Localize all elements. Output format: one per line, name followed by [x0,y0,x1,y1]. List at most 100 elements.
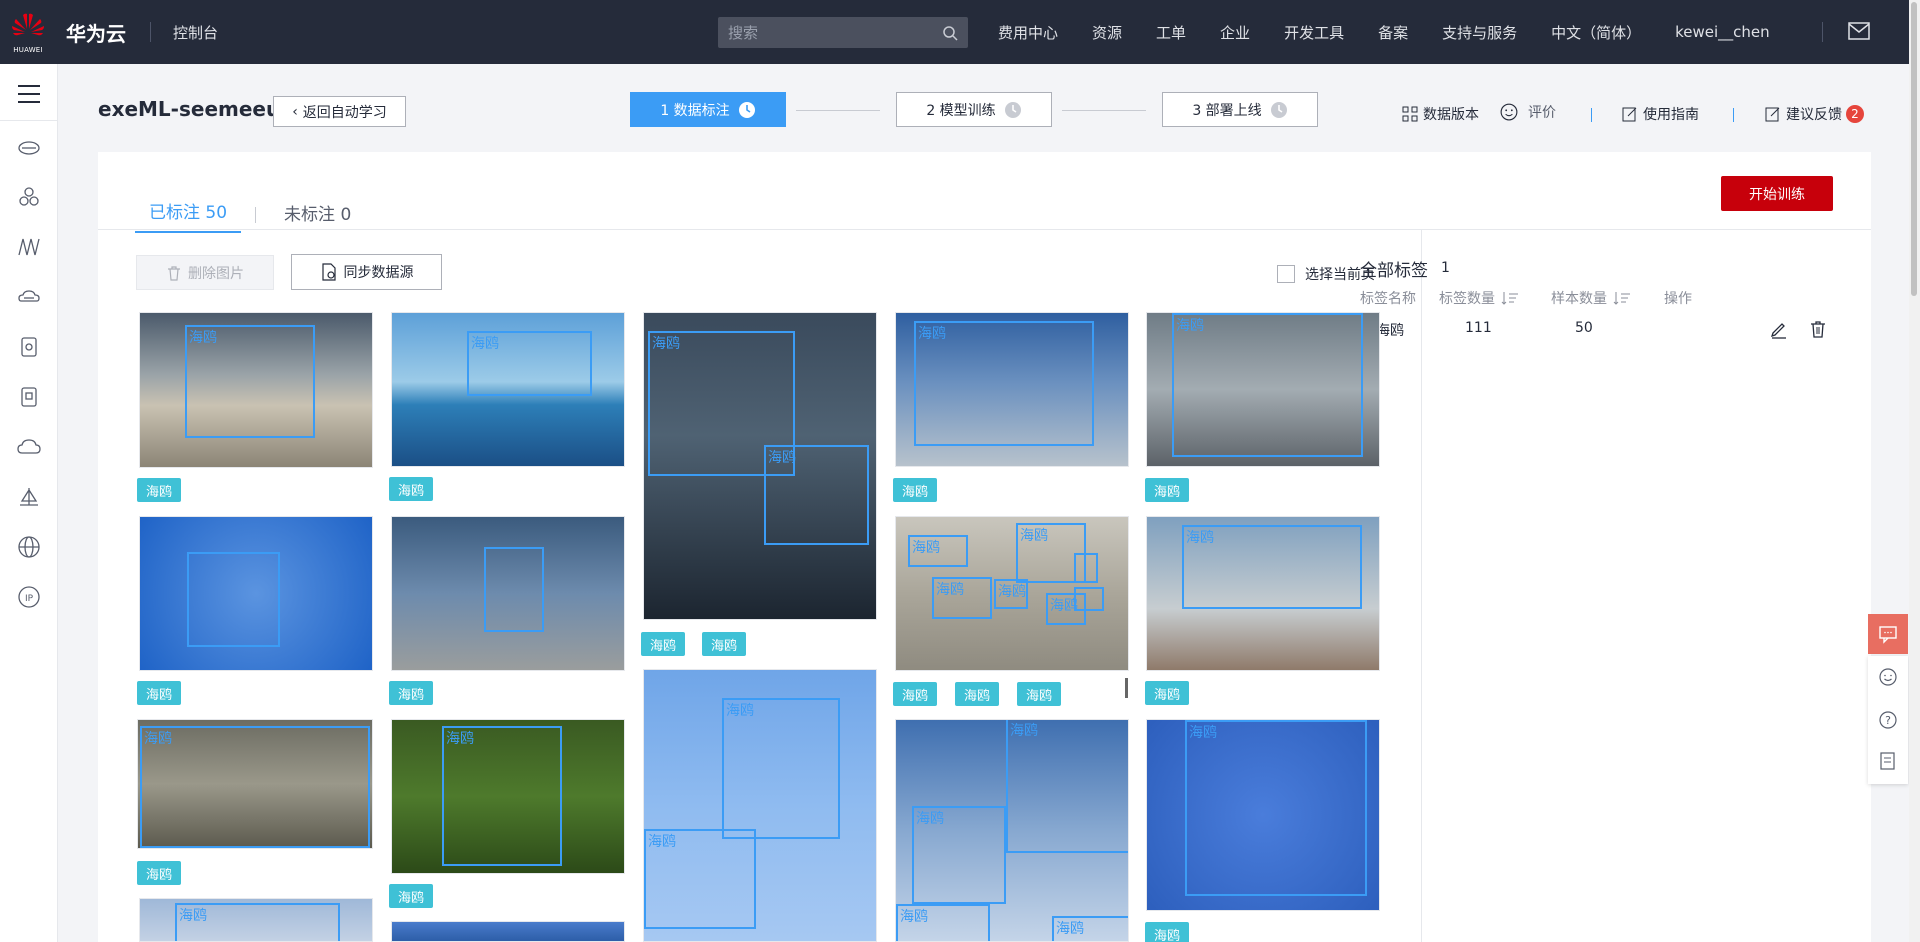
step-model-training[interactable]: 2 模型训练 [896,92,1052,127]
bounding-box: 海鸥 [908,535,968,567]
menu-icon[interactable] [17,84,41,104]
notes-icon[interactable] [1879,752,1897,770]
image-thumbnail[interactable]: 海鸥 [1146,516,1380,671]
tab-labeled[interactable]: 已标注 50 [135,198,242,233]
smile-icon[interactable] [1879,668,1897,686]
clock-icon [1270,101,1287,118]
nav-filing[interactable]: 备案 [1378,22,1408,43]
chat-button[interactable] [1868,614,1908,654]
tag-chip: 海鸥 [137,861,182,885]
image-thumbnail[interactable] [139,516,373,671]
box-label: 海鸥 [189,330,217,346]
image-thumbnail[interactable]: 海鸥 海鸥 海鸥 海鸥 海鸥 [895,516,1129,671]
nav-language[interactable]: 中文（简体） [1551,22,1641,43]
chat-icon [1879,626,1897,644]
cloud-icon[interactable] [17,435,41,459]
nav-support[interactable]: 支持与服务 [1442,22,1517,43]
image-thumbnail[interactable]: 海鸥 海鸥 [643,669,877,942]
sort-icon[interactable] [1613,291,1631,305]
mail-icon[interactable] [1848,22,1870,40]
box-label: 海鸥 [1010,723,1038,739]
container-icon[interactable] [17,335,41,359]
sort-icon[interactable] [1501,291,1519,305]
bounding-box: 海鸥 [1006,720,1128,853]
floating-actions: ? [1868,656,1908,784]
gallery-scroll-indicator[interactable] [1125,678,1128,698]
search-icon[interactable] [942,25,958,41]
start-training-button[interactable]: 开始训练 [1721,176,1833,211]
ship-icon[interactable] [17,485,41,509]
storage-icon[interactable] [17,135,41,159]
col-sample-count[interactable]: 样本数量 [1551,288,1631,308]
nav-tickets[interactable]: 工单 [1156,22,1186,43]
all-labels-count: 1 [1441,260,1450,276]
tag-chip: 海鸥 [893,478,938,502]
bounding-box: 海鸥 [1172,313,1363,457]
back-button[interactable]: ‹ 返回自动学习 [273,96,406,127]
col-header-text: 样本数量 [1551,291,1607,307]
rate-label: 评价 [1528,105,1556,121]
bounding-box [1074,587,1104,611]
step-connector [1062,110,1146,111]
bounding-box: 海鸥 [764,445,869,545]
page-scroll-thumb[interactable] [1911,2,1917,296]
tag-chip: 海鸥 [893,682,938,706]
delete-images-button[interactable]: 删除图片 [136,255,274,290]
sync-source-button[interactable]: 同步数据源 [291,254,442,290]
tag-chip: 海鸥 [702,632,747,656]
help-icon[interactable]: ? [1879,711,1897,729]
clock-icon [738,101,755,118]
feedback-badge: 2 [1846,105,1864,123]
data-version-link[interactable]: 数据版本 [1402,104,1479,124]
image-thumbnail[interactable]: 海鸥 海鸥 [643,312,877,620]
page-title: exeML-seemeeu [98,97,281,121]
cloud-db-icon[interactable] [17,285,41,309]
nav-dev-tools[interactable]: 开发工具 [1284,22,1344,43]
sync-doc-icon [321,263,336,281]
image-thumbnail[interactable]: 海鸥 [1146,312,1380,467]
nav-resources[interactable]: 资源 [1092,22,1122,43]
bounding-box: 海鸥 [644,829,756,929]
edit-icon[interactable] [1769,319,1789,339]
image-thumbnail[interactable] [391,921,625,942]
brand-name[interactable]: 华为云 [66,18,126,47]
col-tag-count[interactable]: 标签数量 [1439,288,1519,308]
guide-link[interactable]: 使用指南 [1622,104,1699,124]
feedback-link[interactable]: 建议反馈 2 [1765,104,1864,124]
image-thumbnail[interactable]: 海鸥 [1146,719,1380,911]
bounding-box [484,547,544,632]
globe-icon[interactable] [17,535,41,559]
image-thumbnail[interactable]: 海鸥 [391,312,625,467]
network-icon[interactable] [17,235,41,259]
box-label: 海鸥 [652,336,680,352]
search-input[interactable]: 搜索 [718,17,968,48]
box-label: 海鸥 [768,450,796,466]
nav-billing[interactable]: 费用中心 [998,22,1058,43]
delete-icon[interactable] [1808,319,1828,339]
step-data-labeling[interactable]: 1 数据标注 [630,92,786,127]
image-thumbnail[interactable]: 海鸥 [139,898,373,942]
image-thumbnail[interactable]: 海鸥 [137,719,373,849]
docs-icon[interactable] [17,385,41,409]
image-thumbnail[interactable] [391,516,625,671]
select-page-checkbox[interactable] [1277,265,1295,283]
step-deploy[interactable]: 3 部署上线 [1162,92,1318,127]
box-label: 海鸥 [1056,921,1084,937]
bounding-box: 海鸥 [185,325,315,438]
nav-username[interactable]: kewei__chen [1675,23,1770,41]
bounding-box: 海鸥 [722,698,840,839]
ip-icon[interactable]: IP [17,585,41,609]
feedback-label: 建议反馈 [1786,107,1842,123]
cluster-icon[interactable] [17,185,41,209]
image-thumbnail[interactable]: 海鸥 [139,312,373,468]
rate-link[interactable]: 评价 [1500,102,1556,122]
image-thumbnail[interactable]: 海鸥 [895,312,1129,467]
huawei-logo[interactable]: HUAWEI [0,0,56,64]
bounding-box: 海鸥 [932,577,992,619]
image-thumbnail[interactable]: 海鸥 海鸥 海鸥 海鸥 [895,719,1129,942]
image-thumbnail[interactable]: 海鸥 [391,719,625,874]
console-link[interactable]: 控制台 [173,22,218,43]
nav-enterprise[interactable]: 企业 [1220,22,1250,43]
box-label: 海鸥 [1176,318,1204,334]
nav-divider [1822,22,1823,42]
